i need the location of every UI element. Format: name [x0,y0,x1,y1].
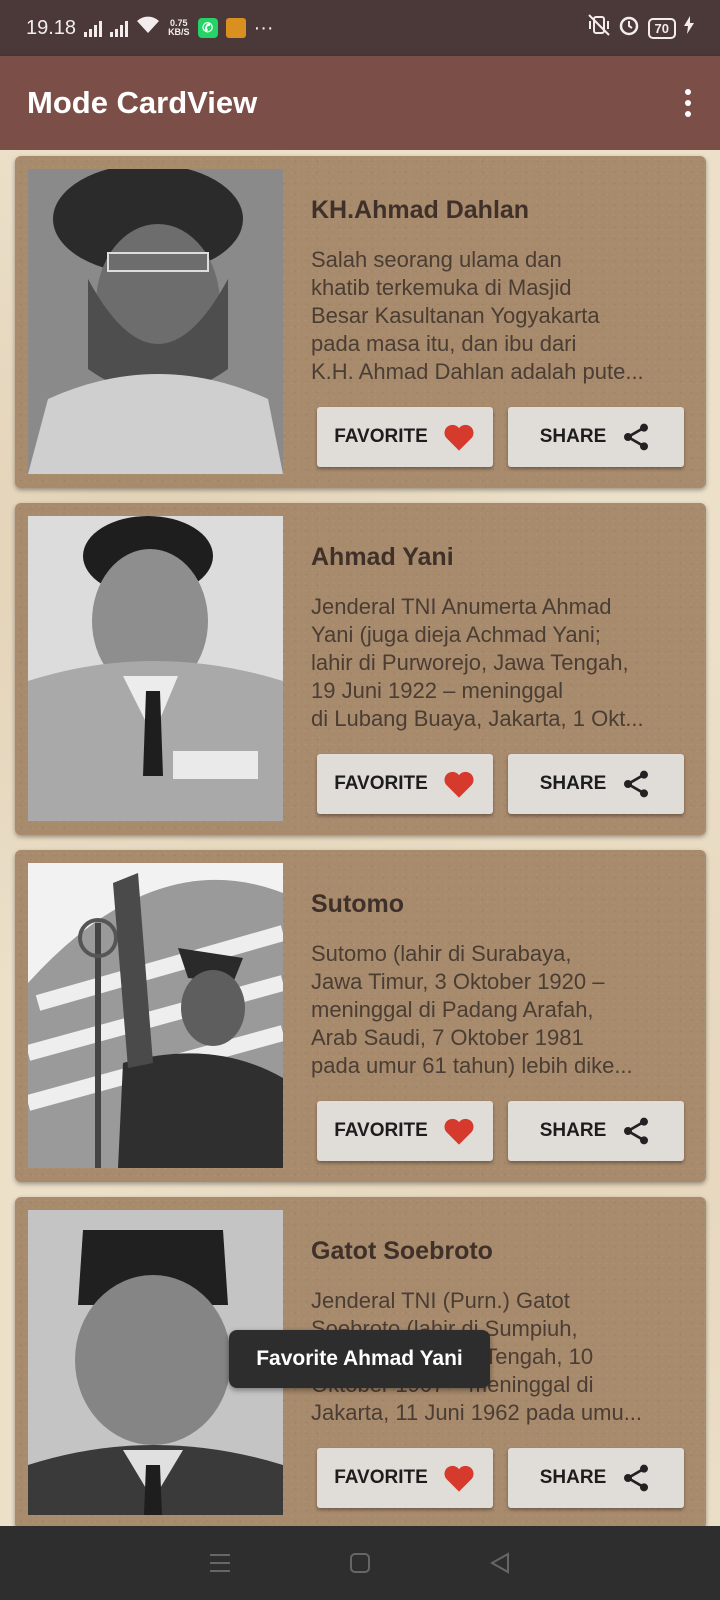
hero-card[interactable]: Ahmad Yani Jenderal TNI Anumerta Ahmad Y… [15,503,706,835]
description-line: meninggal di Padang Arafah, [311,997,594,1022]
signal-icon [84,19,103,37]
share-label: SHARE [539,773,607,794]
hero-name: KH.Ahmad Dahlan [311,196,530,224]
description-line: Jenderal TNI (Purn.) Gatot [311,1288,570,1313]
share-icon [620,1115,652,1147]
description-line: lahir di Purworejo, Jawa Tengah, [311,650,629,675]
overflow-menu-icon[interactable] [683,83,693,123]
heart-icon [442,1116,476,1146]
hero-photo [28,863,283,1168]
favorite-label: FAVORITE [334,773,428,794]
share-button[interactable]: SHARE [508,1101,684,1161]
share-button[interactable]: SHARE [508,754,684,814]
share-button[interactable]: SHARE [508,1448,684,1508]
toast-message: Favorite Ahmad Yani [229,1330,490,1388]
more-notifications-icon: ··· [253,16,274,39]
charging-icon [684,16,694,40]
favorite-button[interactable]: FAVORITE [317,1448,493,1508]
back-icon[interactable] [480,1543,520,1583]
game-icon [225,18,246,38]
hero-name: Gatot Soebroto [311,1237,493,1265]
share-icon [620,421,652,453]
favorite-button[interactable]: FAVORITE [317,407,493,467]
hero-card[interactable]: Sutomo Sutomo (lahir di Surabaya, Jawa T… [15,850,706,1182]
hero-list[interactable]: KH.Ahmad Dahlan Salah seorang ulama dan … [0,150,720,1526]
hero-description: Jenderal TNI Anumerta Ahmad Yani (juga d… [311,593,671,733]
hero-photo [28,169,283,474]
favorite-label: FAVORITE [334,426,428,447]
description-line: Yani (juga dieja Achmad Yani; [311,622,601,647]
alarm-icon [618,14,640,42]
network-speed: 0.75 KB/S [168,18,190,37]
battery-icon: 70 [647,17,676,39]
status-left: 19.18 0.75 KB/S ✆ ··· [26,15,274,41]
favorite-button[interactable]: FAVORITE [317,1101,493,1161]
description-line: Jakarta, 11 Juni 1962 pada umu... [311,1400,643,1425]
clock: 19.18 [26,16,77,39]
whatsapp-icon: ✆ [197,18,218,38]
heart-icon [442,769,476,799]
hero-card[interactable]: KH.Ahmad Dahlan Salah seorang ulama dan … [15,156,706,488]
description-line: Salah seorang ulama dan [311,247,562,272]
share-label: SHARE [539,1120,607,1141]
share-icon [620,1462,652,1494]
status-right: 70 [587,14,694,42]
description-line: pada masa itu, dan ibu dari [311,331,577,356]
hero-name: Sutomo [311,890,405,918]
share-label: SHARE [539,1467,607,1488]
description-line: 19 Juni 1922 – meninggal [311,678,563,703]
heart-icon [442,422,476,452]
description-line: Jenderal TNI Anumerta Ahmad [311,594,612,619]
heart-icon [442,1463,476,1493]
share-icon [620,768,652,800]
system-navigation-bar [0,1526,720,1600]
description-line: pada umur 61 tahun) lebih dike... [311,1053,633,1078]
favorite-button[interactable]: FAVORITE [317,754,493,814]
share-label: SHARE [539,426,607,447]
description-line: Besar Kasultanan Yogyakarta [311,303,600,328]
description-line: di Lubang Buaya, Jakarta, 1 Okt... [311,706,644,731]
hero-description: Salah seorang ulama dan khatib terkemuka… [311,246,671,386]
description-line: Jawa Timur, 3 Oktober 1920 – [311,969,605,994]
vibrate-icon [587,14,610,42]
share-button[interactable]: SHARE [508,407,684,467]
home-icon[interactable] [340,1543,380,1583]
hero-photo [28,516,283,821]
hero-name: Ahmad Yani [311,543,454,571]
wifi-icon [136,15,160,41]
app-bar: Mode CardView [0,56,720,150]
recent-apps-icon[interactable] [200,1543,240,1583]
favorite-label: FAVORITE [334,1467,428,1488]
description-line: Sutomo (lahir di Surabaya, [311,941,572,966]
app-title: Mode CardView [27,85,258,120]
description-line: khatib terkemuka di Masjid [311,275,572,300]
description-line: K.H. Ahmad Dahlan adalah pute... [311,359,644,384]
favorite-label: FAVORITE [334,1120,428,1141]
status-bar: 19.18 0.75 KB/S ✆ ··· 70 [0,0,720,56]
hero-description: Sutomo (lahir di Surabaya, Jawa Timur, 3… [311,940,671,1080]
signal-icon [110,19,129,37]
description-line: Arab Saudi, 7 Oktober 1981 [311,1025,584,1050]
